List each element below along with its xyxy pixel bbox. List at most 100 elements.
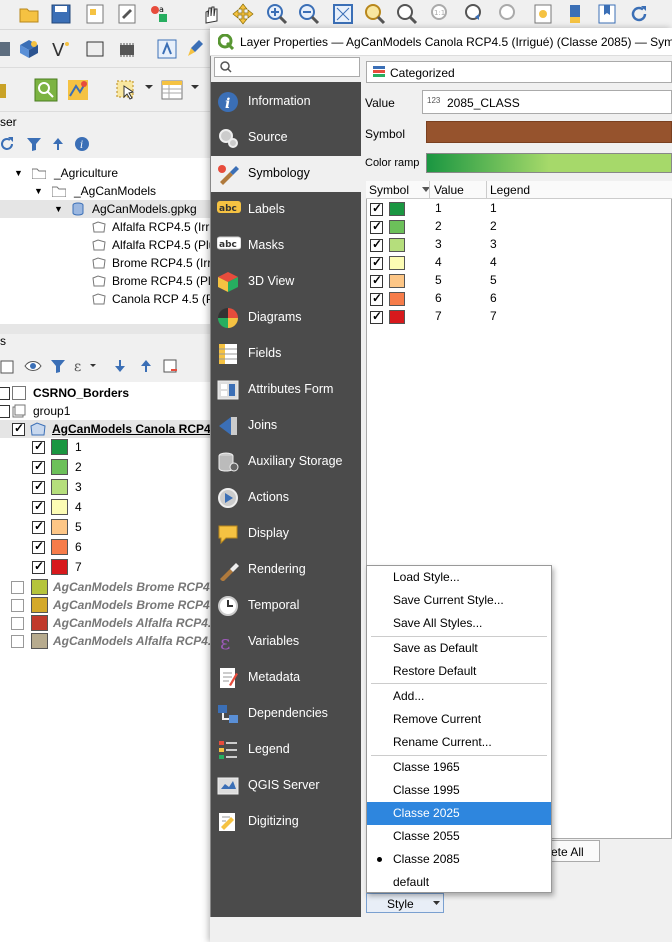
menu-item-labels[interactable]: abc Labels (211, 192, 361, 228)
new-map-view-icon[interactable] (532, 3, 554, 25)
class-checkbox[interactable] (370, 291, 383, 306)
active-layer-name[interactable]: AgCanModels Canola RCP4.5 (52, 422, 221, 436)
refresh-icon[interactable] (628, 3, 650, 25)
bookmark-icon[interactable] (564, 3, 586, 25)
column-separator[interactable] (486, 181, 487, 199)
menu-item-temporal[interactable]: Temporal (211, 588, 361, 624)
class-symbol-swatch[interactable] (389, 238, 405, 252)
menu-item-save-current-style[interactable]: Save Current Style... (367, 589, 551, 612)
class-legend[interactable]: 1 (490, 201, 497, 215)
value-field-combo[interactable]: 123 2085_CLASS (422, 90, 672, 114)
menu-item-actions[interactable]: Actions (211, 480, 361, 516)
menu-item-style-classe-1995[interactable]: Classe 1995 (367, 779, 551, 802)
open-attribute-table-icon[interactable] (160, 78, 183, 100)
open-folder-icon[interactable] (18, 3, 40, 25)
menu-item-masks[interactable]: abc Masks (211, 228, 361, 264)
table-row[interactable]: 5 5 (366, 272, 672, 290)
column-header-symbol[interactable]: Symbol (369, 183, 409, 197)
table-row[interactable]: 2 2 (366, 218, 672, 236)
class-value[interactable]: 4 (435, 255, 442, 269)
expand-all-icon[interactable] (112, 358, 128, 374)
browser-item-selected[interactable]: ▼ AgCanModels.gpkg (0, 200, 215, 218)
layer-name[interactable]: CSRNO_Borders (33, 386, 129, 400)
dialog-title-bar[interactable]: Layer Properties — AgCanModels Canola RC… (210, 28, 672, 56)
menu-item-remove-current[interactable]: Remove Current (367, 708, 551, 731)
class-checkbox[interactable] (32, 439, 45, 454)
class-value[interactable]: 3 (435, 237, 442, 251)
info-icon[interactable]: i (74, 136, 90, 152)
class-legend[interactable]: 5 (490, 273, 497, 287)
menu-item-variables[interactable]: ε Variables (211, 624, 361, 660)
class-symbol-swatch[interactable] (389, 292, 405, 306)
layer-checkbox[interactable] (12, 421, 25, 436)
menu-item-display[interactable]: Display (211, 516, 361, 552)
new-print-layout-icon[interactable] (84, 3, 106, 25)
menu-item-rename-current[interactable]: Rename Current... (367, 731, 551, 754)
menu-item-style-classe-1965[interactable]: Classe 1965 (367, 756, 551, 779)
menu-item-style-classe-2025[interactable]: Classe 2025 (367, 802, 551, 825)
column-header-value[interactable]: Value (434, 183, 464, 197)
refresh-icon[interactable] (0, 136, 16, 152)
class-symbol-swatch[interactable] (389, 202, 405, 216)
menu-item-save-as-default[interactable]: Save as Default (367, 637, 551, 660)
expand-arrow-icon[interactable]: ▼ (54, 200, 63, 218)
group-name[interactable]: group1 (33, 404, 70, 418)
class-checkbox[interactable] (370, 273, 383, 288)
menu-item-dependencies[interactable]: Dependencies (211, 696, 361, 732)
layer-checkbox[interactable] (0, 387, 10, 400)
zoom-to-layer-icon[interactable] (396, 3, 418, 25)
pan-hand-icon[interactable] (200, 3, 222, 25)
identify-icon[interactable] (156, 38, 178, 60)
class-legend[interactable]: 7 (490, 309, 497, 323)
column-header-legend[interactable]: Legend (490, 183, 530, 197)
search-input[interactable] (214, 57, 360, 77)
menu-item-restore-default[interactable]: Restore Default (367, 660, 551, 683)
menu-item-load-style[interactable]: Load Style... (367, 566, 551, 589)
class-value[interactable]: 1 (435, 201, 442, 215)
menu-item-style-classe-2055[interactable]: Classe 2055 (367, 825, 551, 848)
zoom-in-icon[interactable] (266, 3, 288, 25)
vertex-tool-icon[interactable]: V (50, 38, 72, 60)
menu-item-save-all-styles[interactable]: Save All Styles... (367, 612, 551, 635)
menu-item-add[interactable]: Add... (367, 685, 551, 708)
layer-checkbox[interactable] (11, 635, 24, 648)
class-symbol-swatch[interactable] (389, 220, 405, 234)
menu-item-digitizing[interactable]: Digitizing (211, 804, 361, 840)
add-group-icon[interactable] (0, 358, 16, 374)
menu-item-rendering[interactable]: Rendering (211, 552, 361, 588)
layer-checkbox[interactable] (11, 617, 24, 630)
new-geopackage-icon[interactable] (18, 38, 40, 60)
color-ramp-button[interactable] (426, 153, 672, 173)
select-features-icon[interactable] (84, 38, 106, 60)
class-checkbox[interactable] (370, 237, 383, 252)
zoom-next-icon[interactable] (498, 3, 520, 25)
panel-splitter[interactable] (0, 324, 215, 334)
menu-item-symbology[interactable]: Symbology (211, 156, 361, 192)
python-icon[interactable] (0, 80, 22, 102)
class-symbol-swatch[interactable] (389, 310, 405, 324)
column-separator[interactable] (429, 181, 430, 199)
class-value[interactable]: 5 (435, 273, 442, 287)
class-value[interactable]: 6 (435, 291, 442, 305)
table-row[interactable]: 7 7 (366, 308, 672, 326)
filter-icon[interactable] (26, 136, 42, 152)
layer-name[interactable]: AgCanModels Brome RCP4.5 (53, 598, 220, 612)
class-checkbox[interactable] (32, 459, 45, 474)
style-button[interactable]: Style (366, 893, 444, 913)
layer-name[interactable]: AgCanModels Alfalfa RCP4. (53, 634, 211, 648)
class-checkbox[interactable] (32, 519, 45, 534)
map-tips-icon[interactable] (66, 78, 88, 100)
filter-expression-icon[interactable]: ε (74, 358, 98, 374)
layer-checkbox[interactable] (11, 599, 24, 612)
class-legend[interactable]: 2 (490, 219, 497, 233)
menu-item-source[interactable]: Source (211, 120, 361, 156)
menu-item-legend[interactable]: Legend (211, 732, 361, 768)
filter-legend-icon[interactable] (50, 358, 66, 374)
class-legend[interactable]: 4 (490, 255, 497, 269)
menu-item-diagrams[interactable]: Diagrams (211, 300, 361, 336)
edit-toggle-icon[interactable] (184, 38, 206, 60)
class-value[interactable]: 7 (435, 309, 442, 323)
table-row[interactable]: 1 1 (366, 200, 672, 218)
menu-item-information[interactable]: i Information (211, 84, 361, 120)
class-checkbox[interactable] (32, 559, 45, 574)
